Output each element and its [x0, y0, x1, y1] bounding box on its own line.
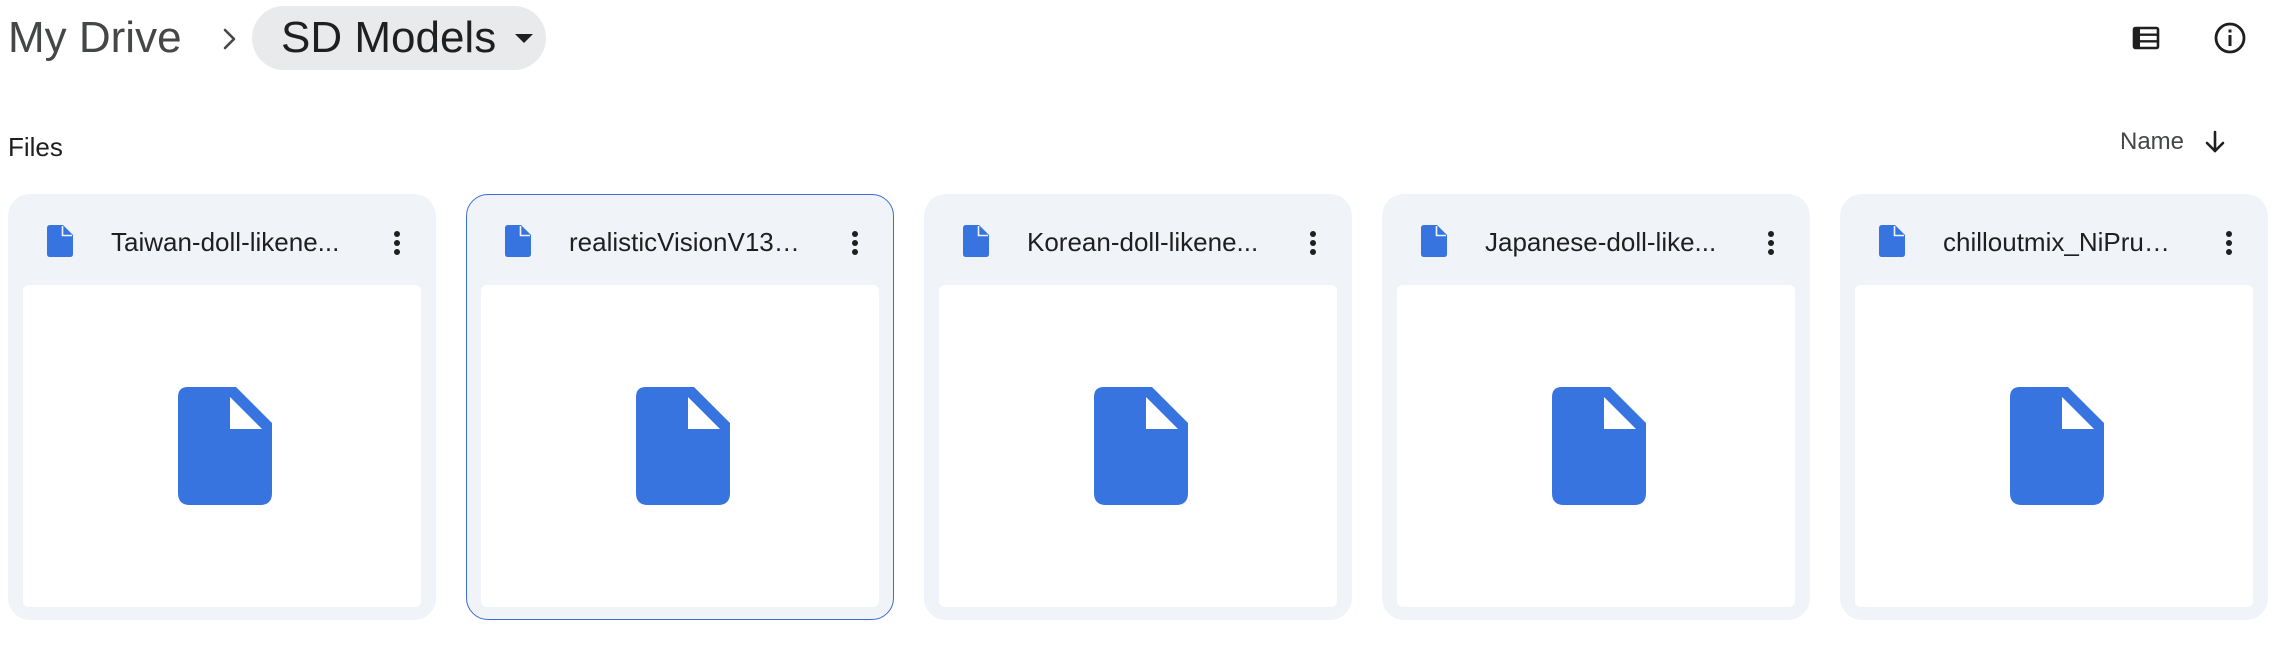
file-thumbnail — [1397, 285, 1795, 607]
file-name: chilloutmix_NiPrun... — [1943, 227, 2179, 257]
file-card-selected[interactable]: realisticVisionV13_v... — [466, 194, 894, 620]
file-icon — [636, 387, 730, 505]
more-vert-icon[interactable] — [835, 223, 875, 263]
info-icon[interactable] — [2210, 18, 2250, 58]
sort-label: Name — [2120, 128, 2185, 155]
files-section-title: Files — [8, 132, 63, 162]
file-card-header: Japanese-doll-like... — [1383, 195, 1809, 285]
more-vert-icon[interactable] — [2209, 223, 2249, 263]
file-icon — [1094, 387, 1188, 505]
file-type-icon — [1421, 225, 1447, 257]
file-thumbnail — [481, 285, 879, 607]
header-bar: My Drive SD Models — [0, 0, 2278, 80]
more-vert-icon[interactable] — [377, 223, 417, 263]
drive-folder-view: My Drive SD Models Files Name Taiwan-dol… — [0, 0, 2278, 650]
file-card-header: Korean-doll-likene... — [925, 195, 1351, 285]
list-view-icon[interactable] — [2126, 18, 2166, 58]
file-thumbnail — [23, 285, 421, 607]
file-type-icon — [47, 225, 73, 257]
file-name: realisticVisionV13_v... — [569, 227, 805, 257]
file-card[interactable]: Taiwan-doll-likene... — [8, 194, 436, 620]
breadcrumb-current-folder[interactable]: SD Models — [252, 6, 546, 70]
file-grid: Taiwan-doll-likene... realisticVisionV13… — [0, 194, 2278, 620]
file-name: Korean-doll-likene... — [1027, 227, 1259, 257]
file-thumbnail — [1855, 285, 2253, 607]
breadcrumb-my-drive[interactable]: My Drive — [8, 12, 182, 64]
file-card[interactable]: Japanese-doll-like... — [1382, 194, 1810, 620]
file-card[interactable]: chilloutmix_NiPrun... — [1840, 194, 2268, 620]
file-icon — [178, 387, 272, 505]
file-thumbnail — [939, 285, 1337, 607]
file-name: Japanese-doll-like... — [1485, 227, 1717, 257]
file-card-header: realisticVisionV13_v... — [467, 195, 893, 285]
file-type-icon — [963, 225, 989, 257]
file-card-header: Taiwan-doll-likene... — [9, 195, 435, 285]
file-card-header: chilloutmix_NiPrun... — [1841, 195, 2267, 285]
file-card[interactable]: Korean-doll-likene... — [924, 194, 1352, 620]
file-icon — [2010, 387, 2104, 505]
file-name: Taiwan-doll-likene... — [111, 227, 340, 257]
dropdown-caret-icon — [515, 34, 534, 43]
current-folder-label: SD Models — [281, 13, 497, 62]
chevron-right-icon — [223, 28, 236, 50]
file-icon — [1552, 387, 1646, 505]
more-vert-icon[interactable] — [1293, 223, 1333, 263]
more-vert-icon[interactable] — [1751, 223, 1791, 263]
sort-by-name-button[interactable]: Name — [2120, 120, 2230, 164]
file-type-icon — [505, 225, 531, 257]
arrow-down-icon — [2205, 130, 2225, 153]
file-type-icon — [1879, 225, 1905, 257]
